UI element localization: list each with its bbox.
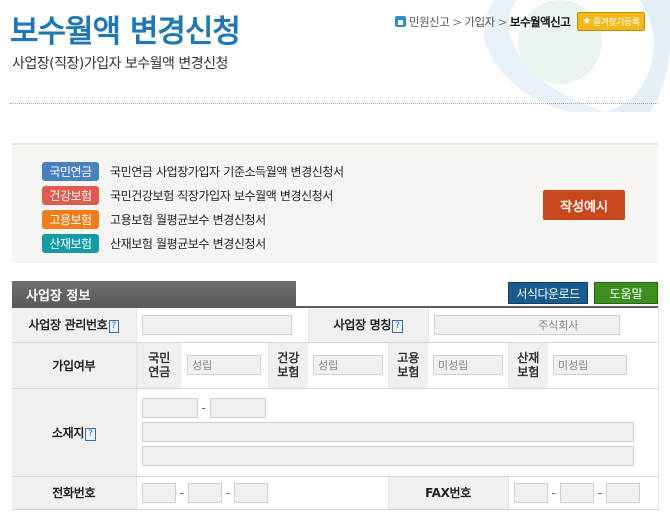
postcode-input-2[interactable] bbox=[209, 398, 266, 418]
help-icon[interactable]: ? bbox=[108, 320, 120, 334]
download-form-button[interactable]: 서식다운로드 bbox=[508, 282, 588, 304]
phone-label: 전화번호 bbox=[12, 476, 137, 510]
breadcrumb-item-complaint[interactable]: 민원신고 bbox=[409, 14, 450, 30]
help-button[interactable]: 도움말 bbox=[594, 282, 658, 304]
breadcrumb-item-subscriber[interactable]: 가입자 bbox=[464, 14, 495, 30]
employment-status-input[interactable]: 미성립 bbox=[433, 355, 504, 375]
postcode-input-1[interactable] bbox=[141, 398, 198, 418]
breadcrumb-item-current: 보수월액신고 bbox=[509, 14, 571, 29]
fax-input-2[interactable] bbox=[559, 482, 594, 503]
pension-status-input[interactable]: 성립 bbox=[187, 355, 261, 375]
business-name-cell: 주식회사 bbox=[428, 308, 659, 343]
form-row-employment: 고용보험 고용보험 월평균보수 변경신청서 bbox=[42, 210, 266, 229]
industrial-cell: 미성립 bbox=[548, 342, 659, 389]
pension-label: 국민 연금 bbox=[136, 342, 182, 389]
address-input-2[interactable] bbox=[141, 446, 634, 466]
badge-health[interactable]: 건강보험 bbox=[42, 186, 99, 205]
pension-cell: 성립 bbox=[182, 342, 269, 389]
favorite-label: 즐겨찾기등록 bbox=[592, 18, 640, 28]
badge-employment[interactable]: 고용보험 bbox=[42, 210, 99, 229]
fax-cell: - - bbox=[508, 476, 659, 510]
industrial-label: 산재 보험 bbox=[508, 342, 549, 389]
address-input-1[interactable] bbox=[141, 422, 634, 442]
favorite-button[interactable]: ★ 즐겨찾기등록 bbox=[577, 12, 645, 31]
mgmt-number-label: 사업장 관리번호? bbox=[12, 308, 137, 343]
row-mgmt-number: 사업장 관리번호? 사업장 명칭? 주식회사 bbox=[12, 308, 659, 343]
phone-cell: - - bbox=[136, 476, 389, 510]
address-cell: - bbox=[136, 388, 659, 477]
form-row-health: 건강보험 국민건강보험 직장가입자 보수월액 변경신청서 bbox=[42, 186, 333, 205]
badge-pension[interactable]: 국민연금 bbox=[42, 162, 99, 181]
form-link-employment[interactable]: 고용보험 월평균보수 변경신청서 bbox=[110, 211, 266, 228]
fax-label: FAX번호 bbox=[388, 476, 509, 510]
section-title: 사업장 정보 bbox=[12, 281, 296, 307]
header-divider bbox=[10, 103, 658, 104]
employment-label: 고용 보험 bbox=[388, 342, 429, 389]
fax-input-3[interactable] bbox=[606, 482, 641, 503]
form-row-pension: 국민연금 국민연금 사업장가입자 기준소득월액 변경신청서 bbox=[42, 162, 344, 181]
example-button[interactable]: 작성예시 bbox=[543, 190, 625, 220]
badge-industrial[interactable]: 산재보험 bbox=[42, 234, 99, 253]
breadcrumb: 민원신고 > 가입자 > 보수월액신고 ★ 즐겨찾기등록 bbox=[395, 12, 645, 31]
phone-input-2[interactable] bbox=[187, 482, 222, 503]
phone-input-1[interactable] bbox=[141, 482, 176, 503]
help-icon[interactable]: ? bbox=[392, 320, 403, 334]
row-enrollment: 가입여부 국민 연금 성립 건강 보험 성립 고용 보험 미성립 산재 보험 미성립 bbox=[12, 342, 659, 389]
form-link-industrial[interactable]: 산재보험 월평균보수 변경신청서 bbox=[110, 235, 266, 252]
forms-box: 국민연금 국민연금 사업장가입자 기준소득월액 변경신청서 건강보험 국민건강보… bbox=[12, 143, 658, 263]
health-cell: 성립 bbox=[308, 342, 389, 389]
mgmt-number-cell bbox=[136, 308, 309, 343]
business-name-input[interactable]: 주식회사 bbox=[433, 314, 620, 335]
business-name-label: 사업장 명칭? bbox=[308, 308, 429, 343]
form-link-pension[interactable]: 국민연금 사업장가입자 기준소득월액 변경신청서 bbox=[110, 163, 344, 180]
phone-input-3[interactable] bbox=[234, 482, 269, 503]
address-label: 소재지? bbox=[12, 388, 137, 477]
breadcrumb-separator: > bbox=[497, 14, 508, 29]
page-subtitle: 사업장(직장)가입자 보수월액 변경신청 bbox=[12, 56, 228, 72]
fax-input-1[interactable] bbox=[513, 482, 548, 503]
row-phone-fax: 전화번호 - - FAX번호 - - bbox=[12, 476, 659, 510]
employment-cell: 미성립 bbox=[428, 342, 509, 389]
health-label: 건강 보험 bbox=[268, 342, 309, 389]
help-icon[interactable]: ? bbox=[85, 427, 96, 441]
form-link-health[interactable]: 국민건강보험 직장가입자 보수월액 변경신청서 bbox=[110, 187, 333, 204]
row-address: 소재지? - bbox=[12, 388, 659, 477]
business-info-table: 사업장 관리번호? 사업장 명칭? 주식회사 가입여부 국민 연금 성립 건강 보험… bbox=[12, 308, 659, 510]
star-icon: ★ bbox=[582, 16, 591, 27]
breadcrumb-separator: > bbox=[452, 14, 462, 29]
health-status-input[interactable]: 성립 bbox=[313, 355, 384, 375]
mgmt-number-input[interactable] bbox=[141, 314, 292, 335]
page-title: 보수월액 변경신청 bbox=[10, 14, 241, 50]
enrollment-label: 가입여부 bbox=[12, 342, 137, 389]
home-icon[interactable] bbox=[395, 16, 406, 27]
industrial-status-input[interactable]: 미성립 bbox=[553, 355, 628, 375]
form-row-industrial: 산재보험 산재보험 월평균보수 변경신청서 bbox=[42, 234, 266, 253]
